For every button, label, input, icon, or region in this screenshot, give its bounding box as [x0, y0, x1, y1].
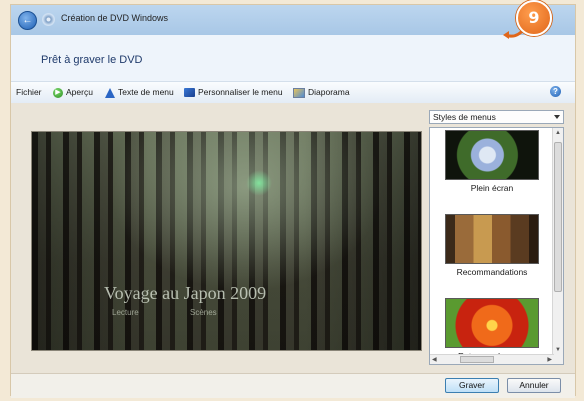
scroll-down-icon[interactable]: ▼ [555, 347, 561, 353]
customize-menu-button[interactable]: Personnaliser le menu [184, 87, 283, 98]
horizontal-scrollbar[interactable]: ◀ ▶ [430, 354, 554, 364]
hydrangea-thumbnail [445, 130, 539, 180]
horizontal-scroll-thumb[interactable] [460, 356, 494, 363]
toolbar: Fichier ▶ Aperçu Texte de menu Personnali… [11, 81, 575, 105]
footer: Graver Annuler [11, 373, 575, 398]
vertical-scroll-thumb[interactable] [554, 142, 562, 292]
slideshow-icon [293, 87, 305, 98]
dvd-app-icon [42, 13, 55, 26]
dvd-menu-title: Voyage au Japon 2009 [104, 283, 267, 303]
style-label: Plein écran [470, 183, 514, 193]
dvd-maker-window: ← Création de DVD Windows Prêt à graver … [10, 4, 576, 398]
menu-text-button[interactable]: Texte de menu [105, 87, 174, 98]
flower-thumbnail [445, 298, 539, 348]
page-title: Prêt à graver le DVD [41, 54, 143, 66]
scroll-up-icon[interactable]: ▲ [555, 130, 561, 136]
text-icon [105, 87, 115, 98]
scroll-right-icon[interactable]: ▶ [547, 356, 552, 363]
customize-menu-label: Personnaliser le menu [198, 87, 283, 97]
scenes-option[interactable]: Scènes [190, 308, 217, 317]
help-icon[interactable]: ? [550, 86, 561, 97]
style-label: Recommandations [456, 267, 528, 277]
menu-preview: Voyage au Japon 2009 Lecture Scènes [31, 131, 422, 351]
back-arrow-button[interactable]: ← [18, 11, 37, 30]
cancel-button[interactable]: Annuler [507, 378, 561, 393]
menu-text-label: Texte de menu [118, 87, 174, 97]
menu-styles-list: Plein écran Recommandations Retourner la… [429, 127, 564, 365]
scroll-left-icon[interactable]: ◀ [432, 356, 437, 363]
filmstrip-thumbnail [445, 214, 539, 264]
menu-styles-selected: Styles de menus [433, 112, 496, 122]
burn-button[interactable]: Graver [445, 378, 499, 393]
file-menu[interactable]: Fichier [16, 87, 42, 97]
style-item-fullscreen[interactable]: Plein écran [440, 130, 544, 193]
play-icon: ▶ [53, 87, 63, 98]
play-option[interactable]: Lecture [112, 308, 139, 317]
title-bar: ← Création de DVD Windows [11, 5, 575, 35]
step-number-badge: 9 [516, 0, 552, 36]
slideshow-button[interactable]: Diaporama [293, 87, 350, 98]
vertical-scrollbar[interactable]: ▲ ▼ [552, 128, 563, 364]
window-title: Création de DVD Windows [61, 13, 169, 23]
light-glow [246, 170, 272, 196]
menu-styles-dropdown[interactable]: Styles de menus [429, 110, 564, 124]
preview-vignette [32, 132, 421, 350]
preview-button[interactable]: ▶ Aperçu [53, 87, 93, 98]
customize-icon [184, 88, 195, 98]
content-area: Voyage au Japon 2009 Lecture Scènes Styl… [11, 103, 575, 373]
page-header: Prêt à graver le DVD [11, 35, 575, 81]
preview-label: Aperçu [66, 87, 93, 97]
style-item-page-turn[interactable]: Retourner la page [440, 298, 544, 361]
style-item-recommendations[interactable]: Recommandations [440, 214, 544, 277]
slideshow-label: Diaporama [308, 87, 350, 97]
chevron-down-icon [554, 115, 560, 119]
